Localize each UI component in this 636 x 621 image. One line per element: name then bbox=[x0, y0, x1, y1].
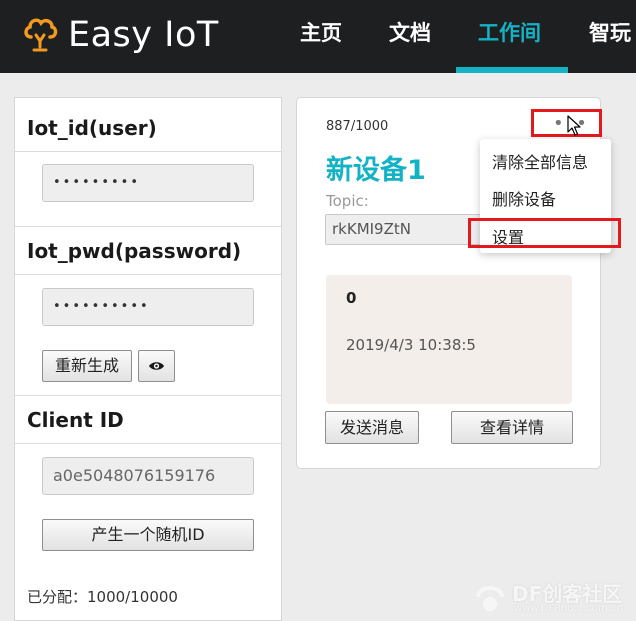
iot-pwd-field[interactable]: •••••••••• bbox=[42, 288, 254, 326]
top-navigation-bar: Easy IoT 主页 文档 工作间 智玩 bbox=[0, 0, 636, 73]
divider bbox=[15, 226, 281, 227]
iot-id-field[interactable]: ••••••••• bbox=[42, 164, 254, 202]
iot-pwd-title: Iot_pwd(password) bbox=[27, 239, 242, 263]
view-details-button[interactable]: 查看详情 bbox=[451, 411, 573, 444]
show-password-button[interactable] bbox=[138, 350, 175, 382]
allocated-count: 已分配：1000/10000 bbox=[27, 588, 178, 606]
generate-random-id-button[interactable]: 产生一个随机ID bbox=[42, 519, 254, 551]
menu-item-delete-device[interactable]: 删除设备 bbox=[492, 186, 556, 210]
topic-field[interactable]: rkKMI9ZtN bbox=[325, 214, 485, 245]
mouse-cursor-icon bbox=[567, 115, 581, 136]
latest-message-value: 0 bbox=[346, 289, 357, 307]
latest-message-box: 0 2019/4/3 10:38:5 bbox=[326, 275, 572, 404]
credentials-panel: Iot_id(user) ••••••••• Iot_pwd(password)… bbox=[14, 97, 282, 621]
message-count: 887/1000 bbox=[326, 119, 389, 134]
regenerate-button[interactable]: 重新生成 bbox=[42, 350, 132, 382]
divider bbox=[15, 274, 281, 275]
active-tab-indicator bbox=[456, 67, 568, 73]
brand-logo[interactable]: Easy IoT bbox=[22, 12, 219, 58]
topic-label: Topic: bbox=[326, 192, 369, 210]
send-message-button[interactable]: 发送消息 bbox=[325, 411, 419, 444]
cloud-bulb-icon bbox=[24, 18, 58, 52]
brand-name: Easy IoT bbox=[68, 15, 219, 55]
highlight-box bbox=[468, 218, 621, 248]
latest-message-time: 2019/4/3 10:38:5 bbox=[346, 336, 476, 354]
menu-item-clear-all[interactable]: 清除全部信息 bbox=[492, 149, 588, 173]
watermark-url: www.DFRobot.com.cn bbox=[514, 603, 623, 614]
device-name: 新设备1 bbox=[326, 155, 426, 186]
nav-item-workspace[interactable]: 工作间 bbox=[478, 0, 541, 73]
client-id-field[interactable]: a0e5048076159176 bbox=[42, 457, 254, 495]
watermark-logo-icon bbox=[476, 586, 504, 611]
divider bbox=[15, 151, 281, 152]
watermark: DF创客社区 www.DFRobot.com.cn bbox=[468, 574, 636, 621]
nav-item-home[interactable]: 主页 bbox=[300, 0, 342, 73]
divider bbox=[15, 395, 281, 396]
client-id-title: Client ID bbox=[27, 408, 124, 432]
eye-icon bbox=[149, 362, 164, 370]
divider bbox=[15, 443, 281, 444]
nav-item-smart-play[interactable]: 智玩 bbox=[589, 0, 631, 73]
nav-item-docs[interactable]: 文档 bbox=[389, 0, 431, 73]
iot-id-title: Iot_id(user) bbox=[27, 116, 157, 140]
